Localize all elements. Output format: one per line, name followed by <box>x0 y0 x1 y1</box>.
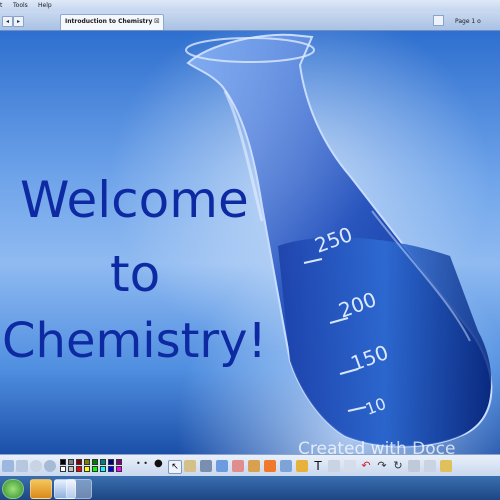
pointer-icon[interactable]: ↖ <box>168 460 182 474</box>
delete-icon[interactable] <box>424 460 436 472</box>
pen-icon[interactable] <box>200 460 212 472</box>
color-swatch[interactable] <box>68 459 74 465</box>
slide-canvas[interactable]: 250 200 150 10 Welcome to Chemistry! Cre… <box>0 31 500 454</box>
color-swatch[interactable] <box>92 466 98 472</box>
page-indicator: Page 1 o <box>455 18 481 25</box>
print-icon[interactable] <box>16 460 28 472</box>
explorer-icon[interactable] <box>30 479 52 499</box>
color-swatch[interactable] <box>68 466 74 472</box>
start-icon[interactable] <box>2 479 24 499</box>
color-swatch[interactable] <box>92 459 98 465</box>
color-swatch[interactable] <box>100 466 106 472</box>
shapes-icon[interactable] <box>248 460 260 472</box>
color-swatch[interactable] <box>108 459 114 465</box>
app-icon[interactable] <box>66 479 92 499</box>
color-swatch[interactable] <box>76 459 82 465</box>
flask-illustration: 250 200 150 10 <box>185 33 493 448</box>
color-swatch[interactable] <box>60 466 66 472</box>
gallery-icon[interactable] <box>440 460 452 472</box>
color-palette[interactable] <box>60 459 130 473</box>
drawing-toolbar: • • ● ↖ T ↶ ↷ ↻ <box>0 454 500 477</box>
record-icon[interactable] <box>30 460 42 472</box>
grid-icon[interactable] <box>408 460 420 472</box>
watermark: Created with Doce <box>298 439 456 454</box>
settings-icon[interactable] <box>44 460 56 472</box>
tab-label: Introduction to Chemistry <box>65 18 153 25</box>
tab-introduction[interactable]: Introduction to Chemistry ⊠ <box>60 14 164 30</box>
menu-item-edit[interactable]: t <box>0 1 2 10</box>
color-swatch[interactable] <box>100 459 106 465</box>
fill-icon[interactable] <box>264 460 276 472</box>
line-icon[interactable] <box>280 460 292 472</box>
title-line-welcome: Welcome <box>20 171 249 229</box>
select-icon[interactable] <box>328 460 340 472</box>
eraser-icon[interactable] <box>232 460 244 472</box>
color-swatch[interactable] <box>116 459 122 465</box>
refresh-icon[interactable]: ↻ <box>392 460 404 472</box>
flask-liquid <box>278 237 492 447</box>
menu-item-help[interactable]: Help <box>38 1 52 10</box>
taskbar <box>0 476 500 500</box>
brush-icon[interactable] <box>184 460 196 472</box>
menu-bar: t Tools Help <box>0 0 500 11</box>
undo-icon[interactable]: ↶ <box>360 460 372 472</box>
menu-item-tools[interactable]: Tools <box>13 1 28 10</box>
color-swatch[interactable] <box>84 466 90 472</box>
color-swatch[interactable] <box>60 459 66 465</box>
text-icon[interactable]: T <box>312 460 324 472</box>
title-line-chemistry: Chemistry! <box>2 313 267 369</box>
prev-page-button[interactable]: ◂ <box>2 16 13 27</box>
title-line-to: to <box>110 245 161 303</box>
color-swatch[interactable] <box>108 466 114 472</box>
dot-large-icon[interactable]: ● <box>154 458 163 469</box>
color-swatch[interactable] <box>76 466 82 472</box>
color-swatch[interactable] <box>116 466 122 472</box>
tab-strip: ◂ ▸ Introduction to Chemistry ⊠ Page 1 o <box>0 11 500 31</box>
page-thumbnail-icon[interactable] <box>433 15 444 26</box>
image-icon[interactable] <box>296 460 308 472</box>
dot-small-icon[interactable]: • • <box>136 459 148 468</box>
next-page-button[interactable]: ▸ <box>13 16 24 27</box>
new-page-icon[interactable] <box>2 460 14 472</box>
redo-icon[interactable]: ↷ <box>376 460 388 472</box>
crop-icon[interactable] <box>344 460 356 472</box>
close-icon[interactable]: ⊠ <box>154 17 160 25</box>
highlighter-icon[interactable] <box>216 460 228 472</box>
color-swatch[interactable] <box>84 459 90 465</box>
